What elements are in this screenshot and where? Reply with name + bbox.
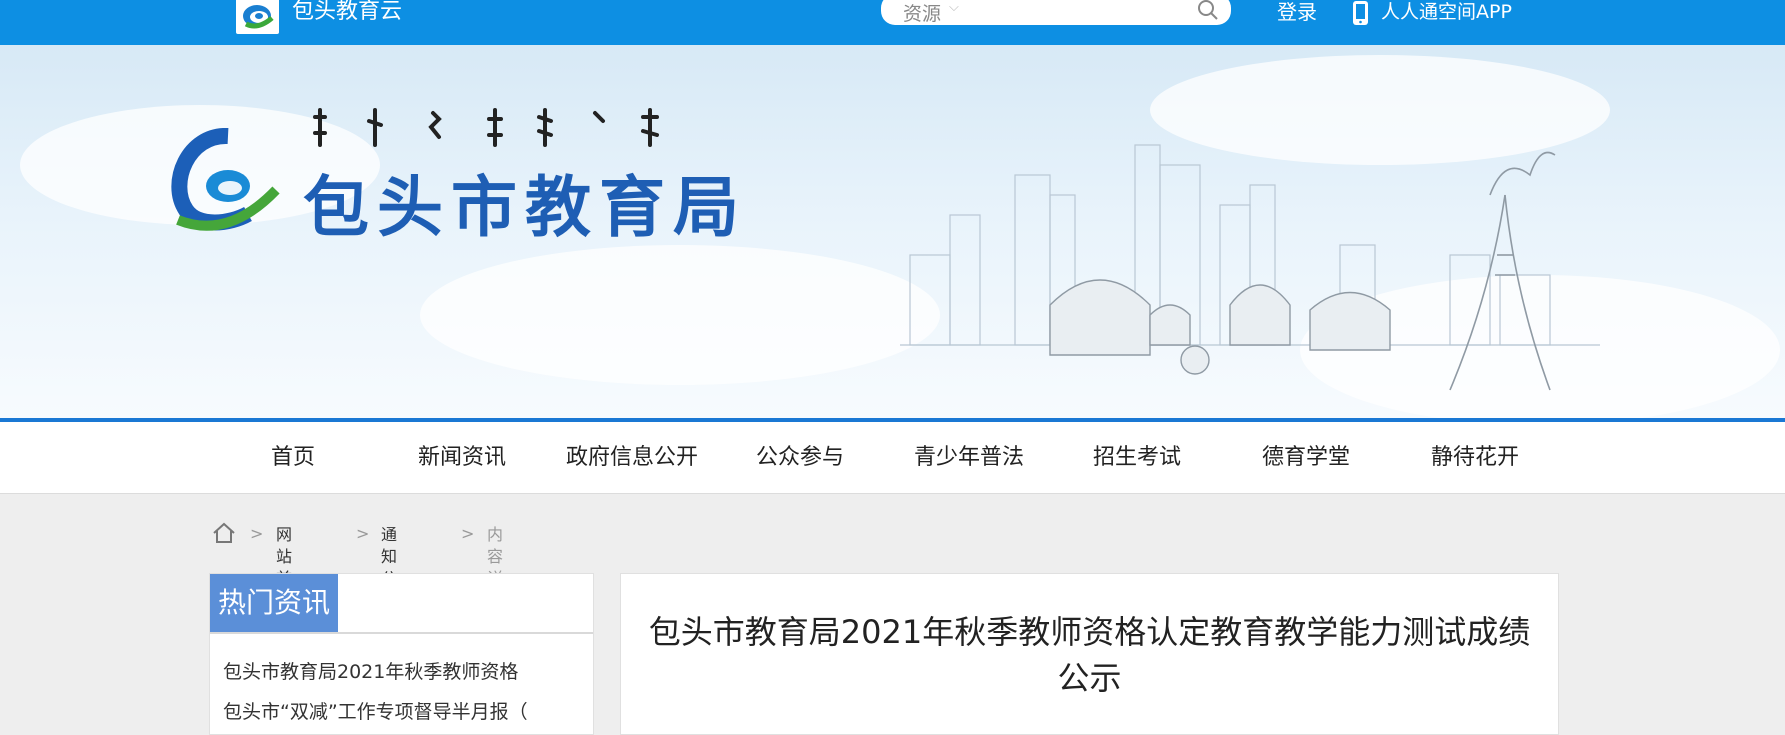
search-box[interactable]: 资源 ⌵: [881, 0, 1231, 25]
nav-item-gov-info[interactable]: 政府信息公开: [566, 422, 698, 493]
nav-item-home[interactable]: 首页: [271, 422, 315, 493]
nav-item-growth[interactable]: 静待花开: [1431, 422, 1519, 493]
chevron-down-icon[interactable]: ⌵: [949, 0, 959, 15]
login-link[interactable]: 登录: [1277, 0, 1317, 25]
bureau-title: 包头市教育局: [303, 169, 747, 246]
main-nav: 首页 新闻资讯 政府信息公开 公众参与 青少年普法 招生考试 德育学堂 静待花开: [0, 422, 1785, 494]
city-skyline-illustration: [900, 144, 1600, 391]
top-bar: 包头教育云 资源 ⌵ 登录 人人通空间APP: [0, 0, 1785, 45]
hot-news-item[interactable]: 包头市教育局2021年秋季教师资格: [223, 659, 578, 685]
search-icon[interactable]: [1197, 0, 1219, 21]
logo-icon[interactable]: [236, 0, 279, 34]
site-name[interactable]: 包头教育云: [292, 0, 402, 26]
panel-divider: [210, 632, 593, 634]
home-icon[interactable]: [212, 521, 236, 545]
nav-item-youth-law[interactable]: 青少年普法: [914, 422, 1024, 493]
breadcrumb-separator: >: [356, 524, 370, 543]
nav-item-news[interactable]: 新闻资讯: [418, 422, 506, 493]
hot-news-tab[interactable]: 热门资讯: [210, 574, 338, 632]
search-input[interactable]: [977, 0, 1181, 22]
article-title: 包头市教育局2021年秋季教师资格认定教育教学能力测试成绩公示: [648, 613, 1531, 697]
mongolian-script-title: [313, 108, 659, 147]
article-panel: 包头市教育局2021年秋季教师资格认定教育教学能力测试成绩公示: [620, 573, 1559, 735]
hot-news-panel: 热门资讯 包头市教育局2021年秋季教师资格 包头市“双减”工作专项督导半月报（: [209, 573, 594, 735]
nav-item-enrollment[interactable]: 招生考试: [1093, 422, 1181, 493]
cloud-decoration: [420, 245, 940, 385]
hot-news-item[interactable]: 包头市“双减”工作专项督导半月报（: [223, 699, 578, 725]
breadcrumb-separator: >: [461, 524, 475, 543]
education-bureau-logo: [171, 128, 280, 231]
phone-icon[interactable]: [1351, 0, 1370, 26]
app-link[interactable]: 人人通空间APP: [1381, 0, 1512, 25]
nav-item-public[interactable]: 公众参与: [756, 422, 844, 493]
search-category[interactable]: 资源: [903, 0, 941, 26]
header-banner: 包头市教育局: [0, 45, 1785, 418]
nav-item-moral-edu[interactable]: 德育学堂: [1262, 422, 1350, 493]
breadcrumb-separator: >: [250, 524, 264, 543]
